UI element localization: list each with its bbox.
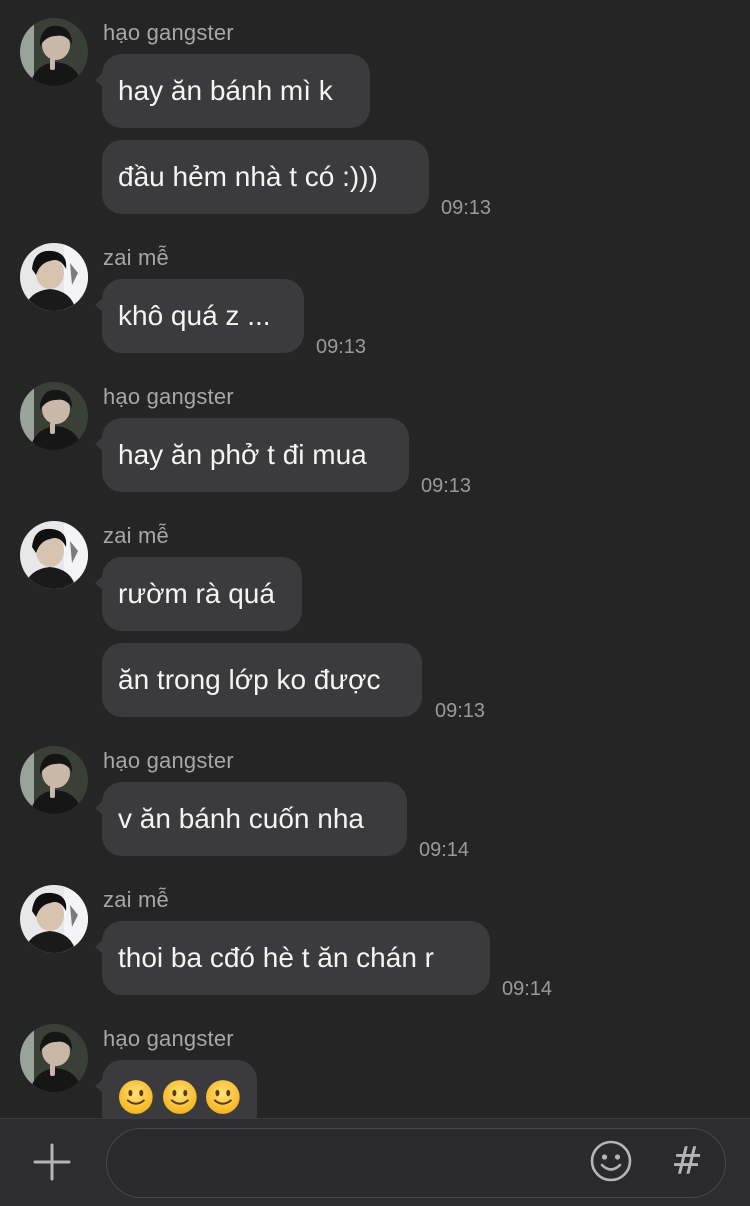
sender-name: zai mễ xyxy=(103,887,169,912)
slightly-smiling-face-emoji xyxy=(206,1080,241,1114)
message-text: rườm rà quá xyxy=(118,578,275,609)
message-timestamp: 09:14 xyxy=(419,839,470,861)
sender-name: hạo gangster xyxy=(103,20,234,45)
message-timestamp: 09:13 xyxy=(435,700,486,722)
message-timestamp: 09:13 xyxy=(441,197,492,219)
message-input[interactable] xyxy=(127,1141,587,1185)
slightly-smiling-face-emoji xyxy=(118,1080,153,1114)
avatar-image xyxy=(20,382,88,450)
message-timestamp: 09:13 xyxy=(421,475,472,497)
hashtag-button[interactable]: # xyxy=(664,1138,710,1184)
avatar[interactable] xyxy=(20,18,88,86)
message-bubble[interactable] xyxy=(95,1060,257,1118)
message-composer xyxy=(0,1118,750,1206)
avatar-image xyxy=(20,1024,88,1092)
avatar[interactable] xyxy=(20,243,88,311)
sender-name: hạo gangster xyxy=(103,384,234,409)
avatar-image xyxy=(20,746,88,814)
emoji-message xyxy=(118,1060,241,1118)
chat-screen: hạo gangster hay ăn bánh mì k đầu hẻm nh… xyxy=(0,0,750,1206)
sender-name: zai mễ xyxy=(103,523,169,548)
slightly-smiling-face-emoji xyxy=(162,1080,197,1114)
message-bubble[interactable]: rườm rà quá xyxy=(95,557,302,631)
message-list[interactable]: hạo gangster hay ăn bánh mì k đầu hẻm nh… xyxy=(0,0,750,1118)
avatar[interactable] xyxy=(20,746,88,814)
message-text: hay ăn phở t đi mua xyxy=(118,439,367,470)
sender-name: hạo gangster xyxy=(103,748,234,773)
emoji-button[interactable] xyxy=(588,1138,634,1184)
message-bubble[interactable]: đầu hẻm nhà t có :))) xyxy=(102,140,429,214)
avatar[interactable] xyxy=(20,885,88,953)
message-timestamp: 09:13 xyxy=(316,336,367,358)
hashtag-icon: # xyxy=(671,1139,703,1183)
message-text: thoi ba cđó hè t ăn chán r xyxy=(118,942,434,973)
avatar-image xyxy=(20,243,88,311)
message-text: khô quá z ... xyxy=(118,300,271,331)
message-timestamp: 09:14 xyxy=(502,978,553,1000)
avatar[interactable] xyxy=(20,382,88,450)
message-bubble[interactable]: hay ăn phở t đi mua xyxy=(95,418,409,492)
add-attachment-button[interactable] xyxy=(24,1137,80,1187)
avatar[interactable] xyxy=(20,1024,88,1092)
message-bubble[interactable]: hay ăn bánh mì k xyxy=(95,54,370,128)
message-text: ăn trong lớp ko được xyxy=(118,664,381,695)
sender-name: hạo gangster xyxy=(103,1026,234,1051)
sender-name: zai mễ xyxy=(103,245,169,270)
message-text: đầu hẻm nhà t có :))) xyxy=(118,161,378,192)
plus-icon xyxy=(33,1143,71,1181)
message-bubble[interactable]: ăn trong lớp ko được xyxy=(102,643,422,717)
smiley-face-icon xyxy=(590,1140,632,1182)
avatar[interactable] xyxy=(20,521,88,589)
message-bubble[interactable]: v ăn bánh cuốn nha xyxy=(95,782,407,856)
avatar-image xyxy=(20,521,88,589)
message-bubble[interactable]: khô quá z ... xyxy=(95,279,304,353)
message-text: v ăn bánh cuốn nha xyxy=(118,803,364,834)
avatar-image xyxy=(20,885,88,953)
message-bubble[interactable]: thoi ba cđó hè t ăn chán r xyxy=(95,921,490,995)
avatar-image xyxy=(20,18,88,86)
message-text: hay ăn bánh mì k xyxy=(118,75,333,106)
